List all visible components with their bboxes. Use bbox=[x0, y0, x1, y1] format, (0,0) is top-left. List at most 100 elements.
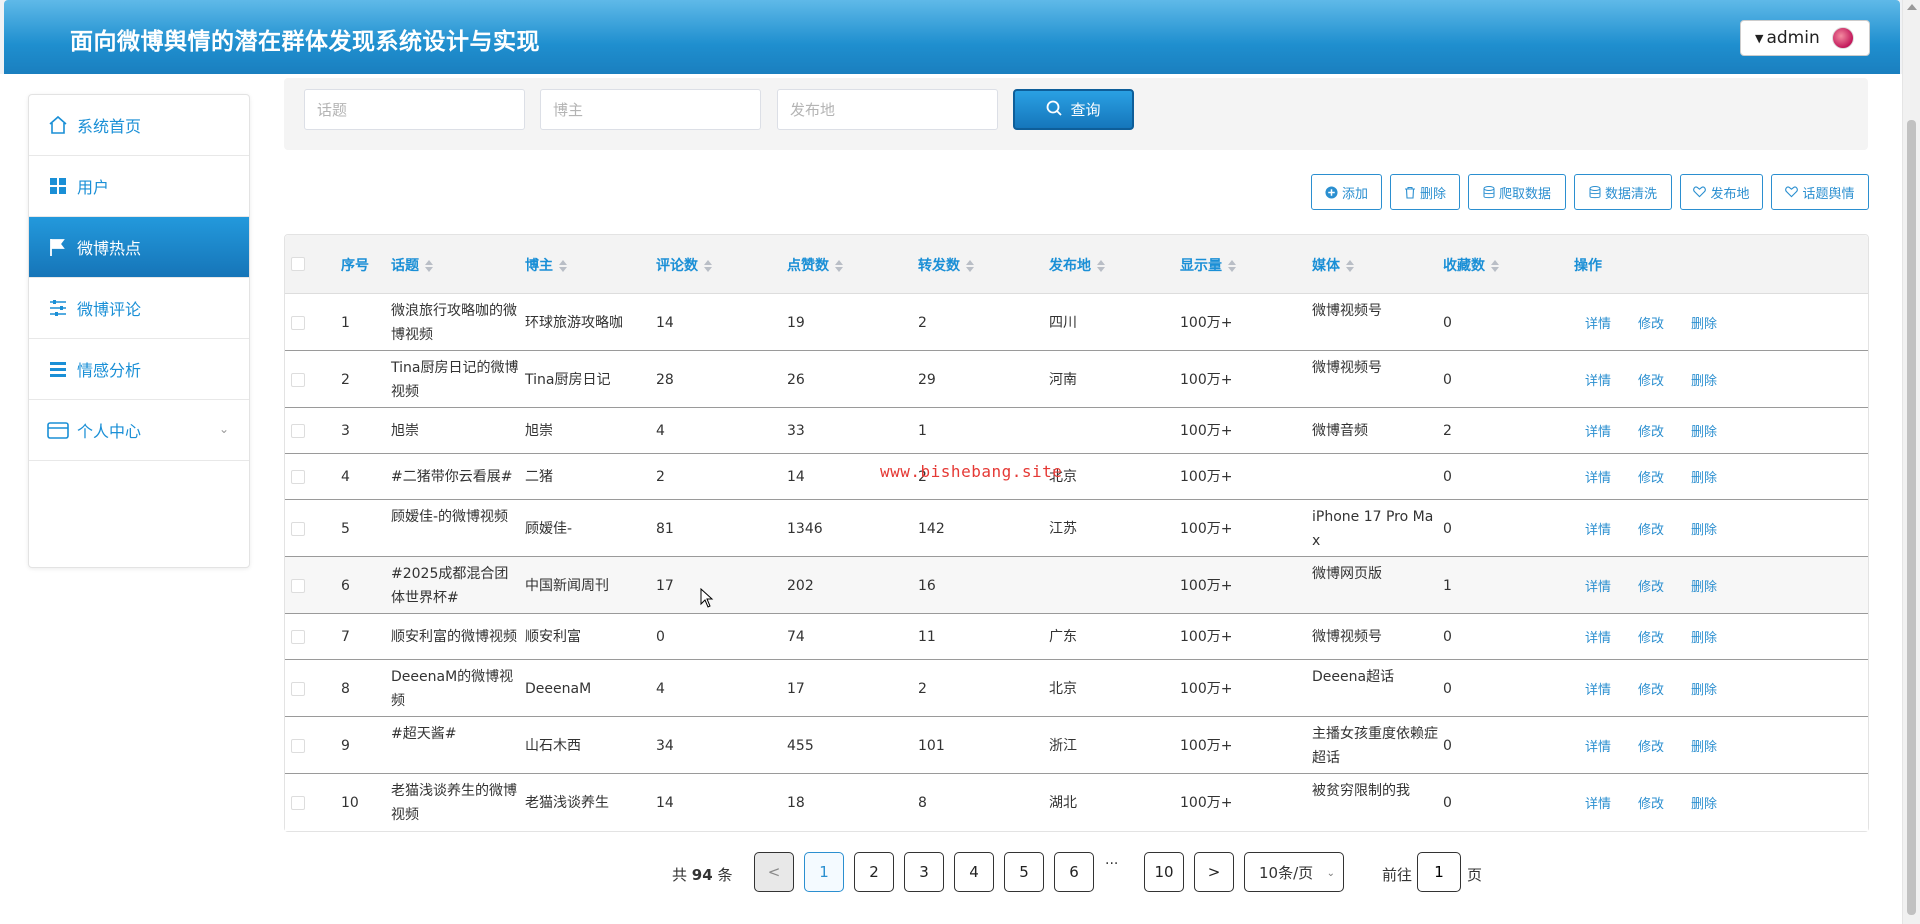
row-checkbox[interactable] bbox=[291, 470, 305, 484]
page-button[interactable]: 4 bbox=[954, 852, 994, 892]
row-checkbox[interactable] bbox=[291, 630, 305, 644]
detail-link[interactable]: 详情 bbox=[1585, 627, 1611, 646]
sort-icon[interactable] bbox=[1346, 260, 1354, 272]
edit-link[interactable]: 修改 bbox=[1638, 627, 1664, 646]
row-checkbox[interactable] bbox=[291, 795, 305, 810]
location-search-input[interactable] bbox=[777, 89, 998, 130]
detail-link[interactable]: 详情 bbox=[1585, 313, 1611, 332]
sort-icon[interactable] bbox=[559, 260, 567, 272]
header-blogger[interactable]: 博主 bbox=[525, 255, 567, 275]
header-reposts[interactable]: 转发数 bbox=[918, 255, 974, 275]
detail-link[interactable]: 详情 bbox=[1585, 736, 1611, 755]
table-row[interactable]: 4 #二猪带你云看展# 二猪 2 14 2 北京 100万+ 0 详情 修改 删除 bbox=[285, 454, 1868, 500]
page-ellipsis[interactable]: ··· bbox=[1105, 856, 1118, 872]
row-checkbox[interactable] bbox=[291, 738, 305, 753]
crawl-data-button[interactable]: 爬取数据 bbox=[1468, 174, 1566, 210]
topic-search-input[interactable] bbox=[304, 89, 525, 130]
query-button[interactable]: 查询 bbox=[1013, 89, 1134, 130]
delete-link[interactable]: 删除 bbox=[1691, 627, 1717, 646]
delete-link[interactable]: 删除 bbox=[1691, 467, 1717, 486]
detail-link[interactable]: 详情 bbox=[1585, 576, 1611, 595]
detail-link[interactable]: 详情 bbox=[1585, 421, 1611, 440]
table-row[interactable]: 2 Tina厨房日记的微博视频 Tina厨房日记 28 26 29 河南 100万+ 微博视频号… bbox=[285, 351, 1868, 408]
detail-link[interactable]: 详情 bbox=[1585, 519, 1611, 538]
header-likes[interactable]: 点赞数 bbox=[787, 255, 843, 275]
delete-link[interactable]: 删除 bbox=[1691, 519, 1717, 538]
sidebar-item-users[interactable]: 用户 bbox=[29, 156, 249, 217]
row-checkbox[interactable] bbox=[291, 521, 305, 536]
table-row[interactable]: 1 微浪旅行攻略咖的微博视频 环球旅游攻略咖 14 19 2 四川 100万+ 微博视频号 0 详情… bbox=[285, 294, 1868, 351]
edit-link[interactable]: 修改 bbox=[1638, 313, 1664, 332]
edit-link[interactable]: 修改 bbox=[1638, 421, 1664, 440]
page-button[interactable]: 3 bbox=[904, 852, 944, 892]
sort-icon[interactable] bbox=[1491, 260, 1499, 272]
clean-data-button[interactable]: 数据清洗 bbox=[1574, 174, 1672, 210]
page-button[interactable]: 6 bbox=[1054, 852, 1094, 892]
sort-icon[interactable] bbox=[704, 260, 712, 272]
add-button[interactable]: 添加 bbox=[1311, 174, 1382, 210]
prev-page-button[interactable]: < bbox=[754, 852, 794, 892]
sort-icon[interactable] bbox=[835, 260, 843, 272]
delete-link[interactable]: 删除 bbox=[1691, 736, 1717, 755]
sort-icon[interactable] bbox=[425, 260, 433, 272]
sort-icon[interactable] bbox=[1228, 260, 1236, 272]
sidebar-item-sentiment[interactable]: 情感分析 bbox=[29, 339, 249, 400]
delete-button[interactable]: 删除 bbox=[1390, 174, 1460, 210]
next-page-button[interactable]: > bbox=[1194, 852, 1234, 892]
blogger-search-input[interactable] bbox=[540, 89, 761, 130]
row-checkbox[interactable] bbox=[291, 681, 305, 696]
sort-icon[interactable] bbox=[966, 260, 974, 272]
table-row[interactable]: 5 顾嫒佳-的微博视频 顾嫒佳- 81 1346 142 江苏 100万+ iPhone 17 … bbox=[285, 500, 1868, 557]
row-checkbox[interactable] bbox=[291, 578, 305, 593]
header-media[interactable]: 媒体 bbox=[1312, 255, 1354, 275]
sort-icon[interactable] bbox=[1097, 260, 1105, 272]
edit-link[interactable]: 修改 bbox=[1638, 519, 1664, 538]
delete-link[interactable]: 删除 bbox=[1691, 370, 1717, 389]
table-row[interactable]: 8 DeeenaM的微博视频 DeeenaM 4 17 2 北京 100万+ Deeena超话 0… bbox=[285, 660, 1868, 717]
sidebar-item-home[interactable]: 系统首页 bbox=[29, 95, 249, 156]
edit-link[interactable]: 修改 bbox=[1638, 793, 1664, 812]
page-button[interactable]: 2 bbox=[854, 852, 894, 892]
header-topic[interactable]: 话题 bbox=[391, 255, 433, 275]
table-row[interactable]: 7 顺安利富的微博视频 顺安利富 0 74 11 广东 100万+ 微博视频号 0 详情 修改 删除 bbox=[285, 614, 1868, 660]
edit-link[interactable]: 修改 bbox=[1638, 370, 1664, 389]
delete-link[interactable]: 删除 bbox=[1691, 679, 1717, 698]
sidebar-item-weibo-hot[interactable]: 微博热点 bbox=[29, 217, 249, 278]
delete-link[interactable]: 删除 bbox=[1691, 793, 1717, 812]
sidebar-item-weibo-comments[interactable]: 微博评论 bbox=[29, 278, 249, 339]
header-comments[interactable]: 评论数 bbox=[656, 255, 712, 275]
header-location[interactable]: 发布地 bbox=[1049, 255, 1105, 275]
edit-link[interactable]: 修改 bbox=[1638, 467, 1664, 486]
user-menu[interactable]: ▼ admin bbox=[1740, 20, 1870, 56]
scrollbar-thumb[interactable] bbox=[1907, 120, 1916, 915]
header-favorites[interactable]: 收藏数 bbox=[1443, 255, 1499, 275]
table-row[interactable]: 10 老猫浅谈养生的微博视频 老猫浅谈养生 14 18 8 湖北 100万+ 被贫穷限制的我 0 详… bbox=[285, 774, 1868, 831]
page-button[interactable]: 1 bbox=[804, 852, 844, 892]
sidebar-item-personal[interactable]: 个人中心 ⌄ bbox=[29, 400, 249, 461]
header-views[interactable]: 显示量 bbox=[1180, 255, 1236, 275]
row-checkbox[interactable] bbox=[291, 424, 305, 438]
delete-link[interactable]: 删除 bbox=[1691, 576, 1717, 595]
row-checkbox[interactable] bbox=[291, 372, 305, 387]
delete-link[interactable]: 删除 bbox=[1691, 421, 1717, 440]
page-button[interactable]: 5 bbox=[1004, 852, 1044, 892]
scroll-up-icon[interactable] bbox=[1907, 4, 1917, 10]
page-size-select[interactable]: 10条/页 ⌄ bbox=[1244, 852, 1344, 892]
detail-link[interactable]: 详情 bbox=[1585, 467, 1611, 486]
delete-link[interactable]: 删除 bbox=[1691, 313, 1717, 332]
edit-link[interactable]: 修改 bbox=[1638, 736, 1664, 755]
page-scrollbar[interactable] bbox=[1902, 0, 1920, 924]
goto-page-input[interactable] bbox=[1417, 852, 1461, 892]
topic-sentiment-button[interactable]: 话题舆情 bbox=[1771, 174, 1869, 210]
detail-link[interactable]: 详情 bbox=[1585, 793, 1611, 812]
page-button[interactable]: 10 bbox=[1144, 852, 1184, 892]
select-all-checkbox[interactable] bbox=[291, 257, 305, 271]
detail-link[interactable]: 详情 bbox=[1585, 370, 1611, 389]
edit-link[interactable]: 修改 bbox=[1638, 679, 1664, 698]
table-row[interactable]: 6 #2025成都混合团体世界杯# 中国新闻周刊 17 202 16 100万+ 微博网页版 1… bbox=[285, 557, 1868, 614]
location-stats-button[interactable]: 发布地 bbox=[1680, 174, 1763, 210]
table-row[interactable]: 9 #超天酱# 山石木西 34 455 101 浙江 100万+ 主播女孩重度依赖症超话 0 详情 修… bbox=[285, 717, 1868, 774]
edit-link[interactable]: 修改 bbox=[1638, 576, 1664, 595]
detail-link[interactable]: 详情 bbox=[1585, 679, 1611, 698]
table-row[interactable]: 3 旭崇 旭崇 4 33 1 100万+ 微博音频 2 详情 修改 删除 bbox=[285, 408, 1868, 454]
